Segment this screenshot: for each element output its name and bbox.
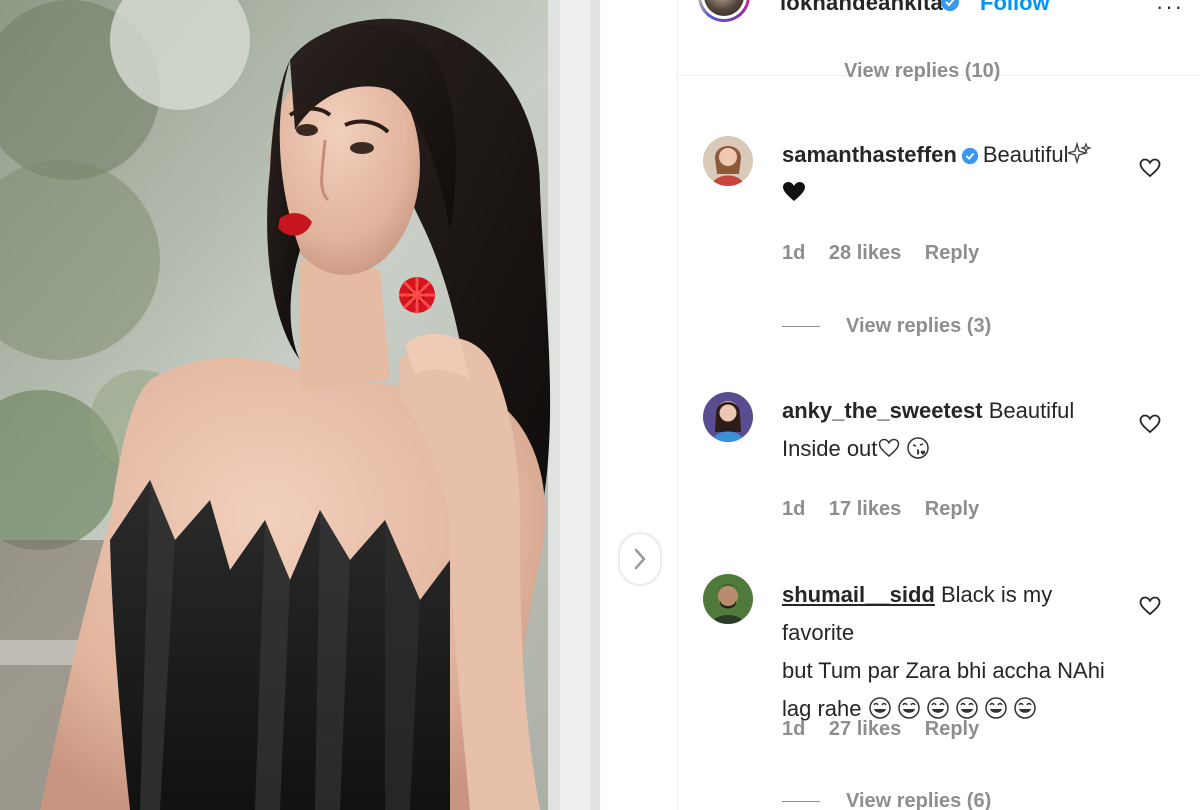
comment-text: samanthasteffen Beautiful	[782, 136, 1112, 212]
tears-of-joy-icon	[1013, 697, 1036, 719]
view-replies-link[interactable]: View replies (10)	[844, 60, 1000, 83]
avatar[interactable]	[703, 574, 753, 624]
comment-text: anky_the_sweetest Beautiful Inside out	[782, 392, 1112, 468]
comment-username[interactable]: anky_the_sweetest	[782, 398, 983, 423]
comment-meta: 1d 27 likes Reply	[782, 718, 997, 741]
tears-of-joy-icon	[955, 697, 978, 719]
tears-of-joy-icon	[984, 697, 1007, 719]
comment-text: shumail__sidd Black is my favorite but T…	[782, 576, 1112, 728]
next-photo-button[interactable]	[620, 534, 660, 584]
comment-likes[interactable]: 27 likes	[829, 718, 901, 740]
comment-meta: 1d 28 likes Reply	[782, 242, 997, 265]
comment-body-line2: but Tum par Zara bhi accha NAhi	[782, 658, 1105, 683]
author-username[interactable]: lokhandeankita	[780, 0, 943, 16]
chevron-right-icon	[634, 548, 646, 570]
view-replies-label: View replies (6)	[846, 790, 992, 810]
kissing-face-icon	[907, 437, 930, 459]
comment-username[interactable]: shumail__sidd	[782, 582, 935, 607]
woman-in-black-dress-photo	[0, 0, 677, 810]
heart-outline-icon[interactable]	[1138, 594, 1162, 618]
verified-icon	[961, 147, 978, 165]
comments-panel: lokhandeankita Follow ··· View replies (…	[677, 0, 1200, 810]
post-photo[interactable]	[0, 0, 677, 810]
divider-line	[782, 801, 820, 802]
verified-icon	[941, 0, 959, 11]
more-options-icon[interactable]: ···	[1156, 0, 1184, 20]
comment-body: Beautiful	[988, 398, 1075, 423]
heart-outline-icon[interactable]	[1138, 156, 1162, 180]
tears-of-joy-icon	[926, 697, 949, 719]
follow-button[interactable]: Follow	[980, 0, 1050, 16]
reply-button[interactable]: Reply	[925, 498, 979, 520]
post-header: lokhandeankita Follow ··· View replies (…	[678, 0, 1200, 82]
sparkles-icon	[1068, 142, 1093, 165]
comment-body: Beautiful	[982, 142, 1069, 167]
comment-time: 1d	[782, 242, 806, 264]
reply-button[interactable]: Reply	[925, 718, 979, 740]
tears-of-joy-icon	[897, 697, 920, 719]
comment-time: 1d	[782, 498, 806, 520]
tears-of-joy-icon	[868, 697, 891, 719]
white-heart-icon	[879, 438, 900, 457]
black-heart-icon	[783, 182, 805, 201]
comment-likes[interactable]: 28 likes	[829, 242, 901, 264]
comment-username[interactable]: samanthasteffen	[782, 142, 957, 167]
comment-meta: 1d 17 likes Reply	[782, 498, 997, 521]
view-replies-link[interactable]: View replies (6)	[782, 790, 991, 810]
comment-time: 1d	[782, 718, 806, 740]
avatar[interactable]	[703, 392, 753, 442]
avatar[interactable]	[703, 136, 753, 186]
author-avatar[interactable]	[698, 0, 750, 22]
comment-likes[interactable]: 17 likes	[829, 498, 901, 520]
comment-body-line2: Inside out	[782, 436, 878, 461]
divider-line	[782, 326, 820, 327]
view-replies-label: View replies (3)	[846, 315, 992, 337]
view-replies-link[interactable]: View replies (3)	[782, 315, 991, 338]
reply-button[interactable]: Reply	[925, 242, 979, 264]
heart-outline-icon[interactable]	[1138, 412, 1162, 436]
